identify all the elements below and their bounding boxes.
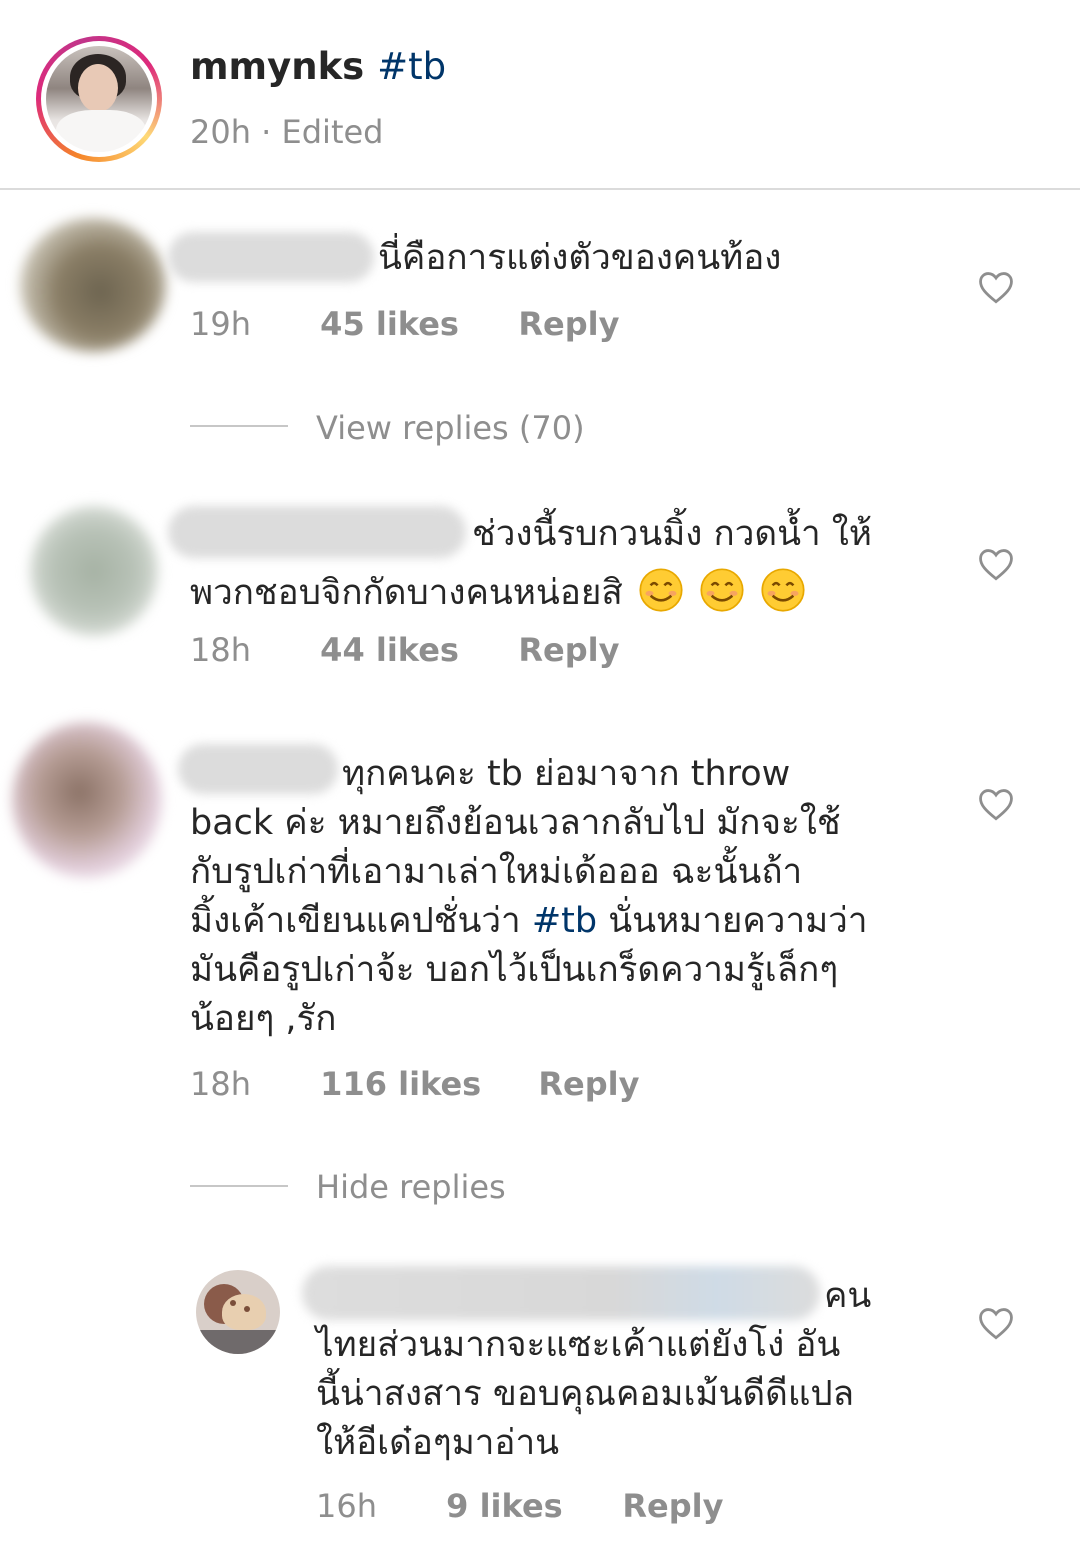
- comment-text: ทุกคนคะ tb ย่อมาจาก throw back ค่ะ หมายถ…: [190, 750, 950, 1044]
- comment-likes[interactable]: 44 likes: [320, 630, 508, 670]
- comment-text: ช่วงนี้รบกวนมิ้ง กวดน้ำ ให้ พวกชอบจิกกัด…: [190, 510, 950, 618]
- comment-line: พวกชอบจิกกัดบางคนหน่อยสิ: [190, 567, 950, 618]
- replies-divider: [190, 425, 288, 427]
- comment-time: 19h: [190, 305, 251, 343]
- replies-divider: [190, 1185, 288, 1187]
- post-edited: Edited: [281, 113, 384, 151]
- commenter-username[interactable]: [168, 232, 374, 282]
- reply-button[interactable]: Reply: [518, 304, 619, 344]
- comment-line: นี้น่าสงสาร ขอบคุณคอมเม้นดีดีแปล: [316, 1374, 855, 1414]
- like-heart-icon[interactable]: [977, 547, 1015, 581]
- comment-line: มิ้งเค้าเขียนแคปชั่นว่า #tb นั่นหมายความ…: [190, 897, 950, 946]
- comment-likes[interactable]: 9 likes: [446, 1486, 612, 1526]
- post-time: 20h: [190, 113, 251, 151]
- comment-line: ให้อีเด๋อๆมาอ่าน: [316, 1423, 560, 1463]
- like-heart-icon[interactable]: [977, 787, 1015, 821]
- hide-replies-link[interactable]: Hide replies: [316, 1167, 506, 1207]
- comment-line: กับรูปเก่าที่เอามาเล่าใหม่เด้อออ ฉะนั้นถ…: [190, 852, 803, 892]
- comment-text: นี่คือการแต่งตัวของคนท้อง: [378, 238, 782, 278]
- comment-line: ช่วงนี้รบกวนมิ้ง กวดน้ำ ให้: [472, 514, 872, 554]
- reply-button[interactable]: Reply: [622, 1486, 723, 1526]
- comment-meta: 18h 116 likes Reply: [190, 1064, 639, 1104]
- reply-button[interactable]: Reply: [518, 630, 619, 670]
- smiling-face-emoji-icon: [700, 568, 744, 612]
- like-heart-icon[interactable]: [977, 270, 1015, 304]
- reply-button[interactable]: Reply: [538, 1064, 639, 1104]
- comment-line-text: มิ้งเค้าเขียนแคปชั่นว่า: [190, 901, 532, 941]
- comment-meta: 18h 44 likes Reply: [190, 630, 619, 670]
- like-heart-icon[interactable]: [977, 1306, 1015, 1340]
- comment-text: คน ไทยส่วนมากจะแซะเค้าแต่ยังโง่ อัน นี้น…: [316, 1272, 956, 1468]
- comment-line: back ค่ะ หมายถึงย้อนเวลากลับไป มักจะใช้: [190, 803, 841, 843]
- meta-separator: ·: [261, 113, 272, 151]
- smiling-face-emoji-icon: [639, 568, 683, 612]
- post-header: mmynks #tb 20h · Edited: [0, 0, 1080, 190]
- comment-line: คน: [824, 1276, 872, 1316]
- comment-likes[interactable]: 45 likes: [320, 304, 508, 344]
- view-replies-link[interactable]: View replies (70): [316, 408, 585, 448]
- comment-line: น้อยๆ ,รัก: [190, 999, 337, 1039]
- post-caption: mmynks #tb: [190, 44, 446, 90]
- comment-line: ไทยส่วนมากจะแซะเค้าแต่ยังโง่ อัน: [316, 1325, 841, 1365]
- post-meta: 20h · Edited: [190, 112, 383, 152]
- avatar[interactable]: [12, 722, 162, 878]
- comment-likes[interactable]: 116 likes: [320, 1064, 528, 1104]
- profile-avatar[interactable]: [36, 36, 162, 162]
- avatar[interactable]: [20, 218, 166, 352]
- comment-line: มันคือรูปเก่าจ้ะ บอกไว้เป็นเกร็ดความรู้เ…: [190, 950, 839, 990]
- comment-time: 16h: [316, 1487, 377, 1525]
- comment-time: 18h: [190, 1065, 251, 1103]
- post-hashtag[interactable]: #tb: [377, 45, 446, 88]
- comment-hashtag[interactable]: #tb: [532, 901, 597, 941]
- post-username[interactable]: mmynks: [190, 45, 364, 88]
- avatar[interactable]: [30, 506, 158, 636]
- avatar[interactable]: [196, 1270, 280, 1354]
- comment-line-text: นั่นหมายความว่า: [597, 901, 868, 941]
- smiling-face-emoji-icon: [761, 568, 805, 612]
- comment-line: ทุกคนคะ tb ย่อมาจาก throw: [342, 754, 791, 794]
- comment-meta: 16h 9 likes Reply: [316, 1486, 723, 1526]
- comment-time: 18h: [190, 631, 251, 669]
- comment-meta: 19h 45 likes Reply: [190, 304, 619, 344]
- comment-line-text: พวกชอบจิกกัดบางคนหน่อยสิ: [190, 573, 623, 613]
